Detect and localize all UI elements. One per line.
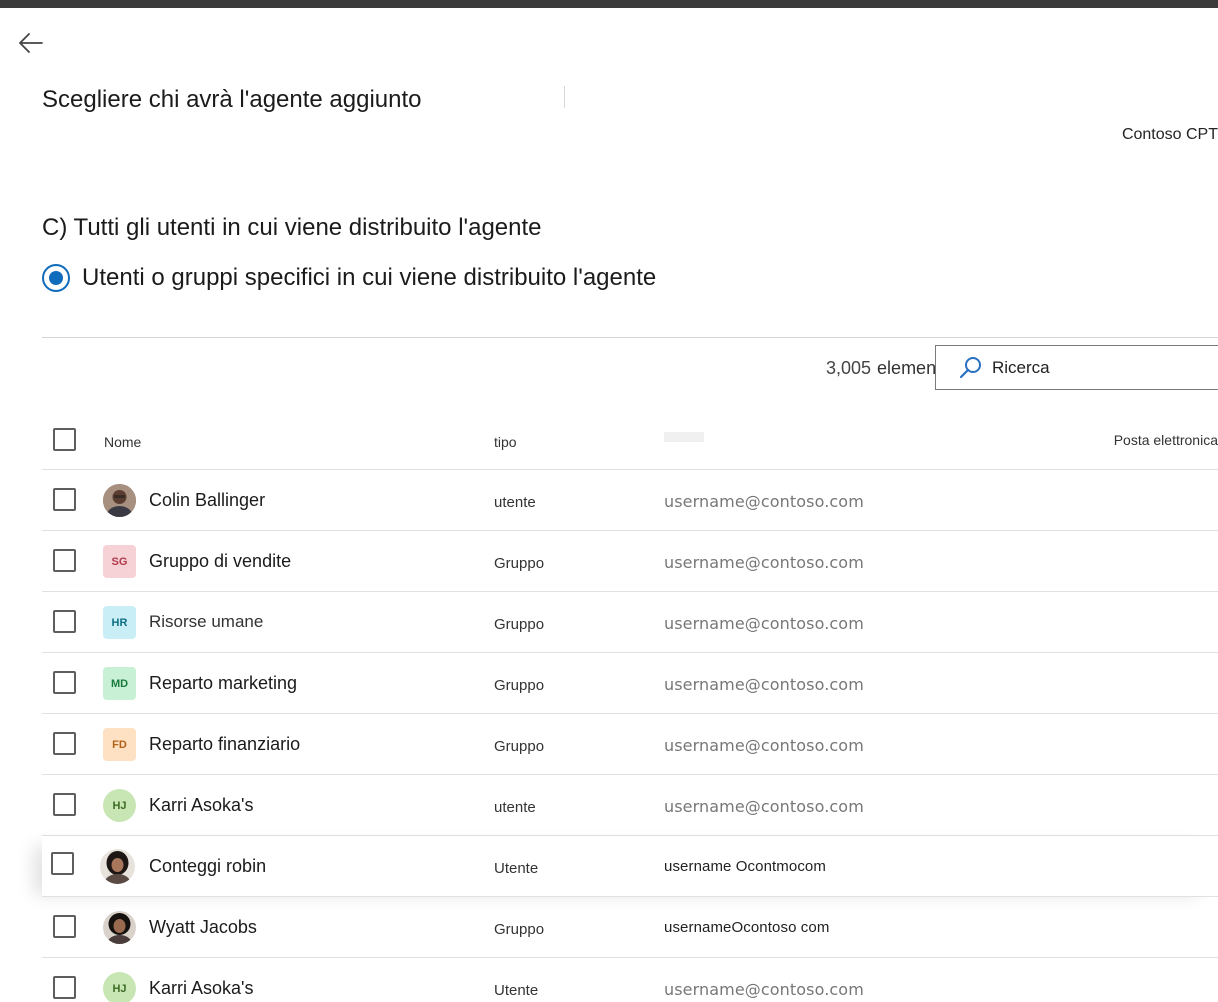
search-placeholder: Ricerca bbox=[992, 357, 1050, 377]
radio-dot bbox=[49, 271, 63, 285]
radio-specific-selected[interactable] bbox=[42, 264, 70, 292]
column-header-type[interactable]: tipo bbox=[494, 434, 517, 450]
table-row[interactable]: Wyatt Jacobs Gruppo usernameOcontoso com bbox=[42, 897, 1218, 958]
table-row[interactable]: Colin Ballinger utente username@contoso.… bbox=[42, 470, 1218, 531]
row-name: Reparto marketing bbox=[149, 673, 298, 693]
avatar: MD bbox=[103, 667, 136, 700]
row-name: Colin Ballinger bbox=[149, 490, 266, 510]
table-header: Nome tipo Posta elettronica bbox=[42, 410, 1218, 470]
row-email: username@contoso.com bbox=[664, 553, 864, 572]
row-type: Utente bbox=[494, 982, 539, 999]
item-count: 3,005 elementi bbox=[826, 358, 945, 379]
column-header-placeholder bbox=[664, 432, 704, 442]
page-title: Scegliere chi avrà l'agente aggiunto bbox=[42, 86, 422, 113]
row-checkbox[interactable] bbox=[53, 793, 76, 816]
row-checkbox[interactable] bbox=[53, 488, 76, 511]
option-specific-label: Utenti o gruppi specifici in cui viene d… bbox=[82, 264, 657, 291]
row-type: Utente bbox=[494, 860, 539, 877]
column-header-email[interactable]: Posta elettronica bbox=[1114, 432, 1218, 448]
row-type: Gruppo bbox=[494, 738, 545, 755]
row-name: Karri Asoka's bbox=[149, 978, 254, 998]
row-email: username Ocontmocom bbox=[664, 858, 826, 875]
section-divider bbox=[42, 337, 1218, 338]
select-all-checkbox[interactable] bbox=[53, 428, 76, 451]
row-checkbox[interactable] bbox=[53, 610, 76, 633]
row-email: username@contoso.com bbox=[664, 980, 864, 999]
back-arrow-icon bbox=[19, 33, 43, 53]
users-table: Nome tipo Posta elettronica Colin Ballin… bbox=[42, 410, 1218, 1002]
avatar bbox=[103, 484, 136, 517]
row-name: Karri Asoka's bbox=[149, 795, 254, 815]
row-type: Gruppo bbox=[494, 921, 545, 938]
row-email: username@contoso.com bbox=[664, 736, 864, 755]
row-type: utente bbox=[494, 799, 536, 816]
person-photo-icon bbox=[103, 484, 136, 517]
row-name: Risorse umane bbox=[149, 612, 264, 631]
table-row[interactable]: HR Risorse umane Gruppo username@contoso… bbox=[42, 592, 1218, 653]
search-icon bbox=[959, 357, 981, 379]
row-type: Gruppo bbox=[494, 616, 545, 633]
column-header-name[interactable]: Nome bbox=[104, 434, 141, 450]
table-row[interactable]: HJ Karri Asoka's utente username@contoso… bbox=[42, 775, 1218, 836]
avatar: HR bbox=[103, 606, 136, 639]
row-name: Reparto finanziario bbox=[149, 734, 301, 754]
item-count-number: 3,005 bbox=[826, 358, 872, 378]
table-row[interactable]: HJ Karri Asoka's Utente username@contoso… bbox=[42, 958, 1218, 1002]
avatar: HJ bbox=[103, 789, 136, 822]
row-email: username@contoso.com bbox=[664, 492, 864, 511]
table-row[interactable]: MD Reparto marketing Gruppo username@con… bbox=[42, 653, 1218, 714]
row-email: username@contoso.com bbox=[664, 614, 864, 633]
row-checkbox[interactable] bbox=[53, 671, 76, 694]
back-button[interactable] bbox=[14, 26, 48, 60]
row-type: utente bbox=[494, 494, 536, 511]
option-all-users-label: C) Tutti gli utenti in cui viene distrib… bbox=[42, 214, 542, 241]
row-name: Gruppo di vendite bbox=[149, 551, 292, 571]
title-divider bbox=[564, 86, 565, 108]
row-checkbox[interactable] bbox=[53, 549, 76, 572]
row-checkbox[interactable] bbox=[51, 852, 74, 875]
person-photo-icon bbox=[103, 911, 136, 944]
avatar: SG bbox=[103, 545, 136, 578]
row-checkbox[interactable] bbox=[53, 915, 76, 938]
table-row[interactable]: SG Gruppo di vendite Gruppo username@con… bbox=[42, 531, 1218, 592]
option-all-users[interactable]: C) Tutti gli utenti in cui viene distrib… bbox=[42, 214, 542, 242]
option-specific-users[interactable]: Utenti o gruppi specifici in cui viene d… bbox=[42, 264, 656, 292]
table-row[interactable]: FD Reparto finanziario Gruppo username@c… bbox=[42, 714, 1218, 775]
tenant-name: Contoso CPT bbox=[1121, 126, 1218, 143]
row-checkbox[interactable] bbox=[53, 732, 76, 755]
row-email: username@contoso.com bbox=[664, 797, 864, 816]
row-type: Gruppo bbox=[494, 677, 545, 694]
person-photo-icon bbox=[100, 849, 135, 884]
avatar bbox=[103, 911, 136, 944]
avatar: FD bbox=[103, 728, 136, 761]
row-type: Gruppo bbox=[494, 555, 545, 572]
window-top-bar bbox=[0, 0, 1218, 8]
row-name: Wyatt Jacobs bbox=[149, 917, 257, 937]
row-name: Conteggi robin bbox=[149, 856, 267, 876]
row-email: username@contoso.com bbox=[664, 675, 864, 694]
table-row[interactable]: Conteggi robin Utente username Ocontmoco… bbox=[42, 836, 1218, 897]
row-email: usernameOcontoso com bbox=[664, 919, 830, 936]
avatar: HJ bbox=[103, 972, 136, 1002]
row-checkbox[interactable] bbox=[53, 976, 76, 999]
avatar bbox=[100, 849, 135, 884]
